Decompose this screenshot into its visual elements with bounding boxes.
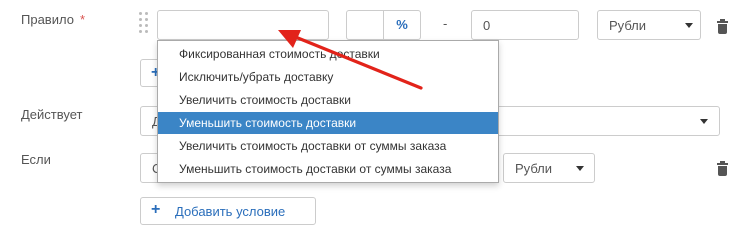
annotation-arrow-icon — [278, 30, 423, 90]
